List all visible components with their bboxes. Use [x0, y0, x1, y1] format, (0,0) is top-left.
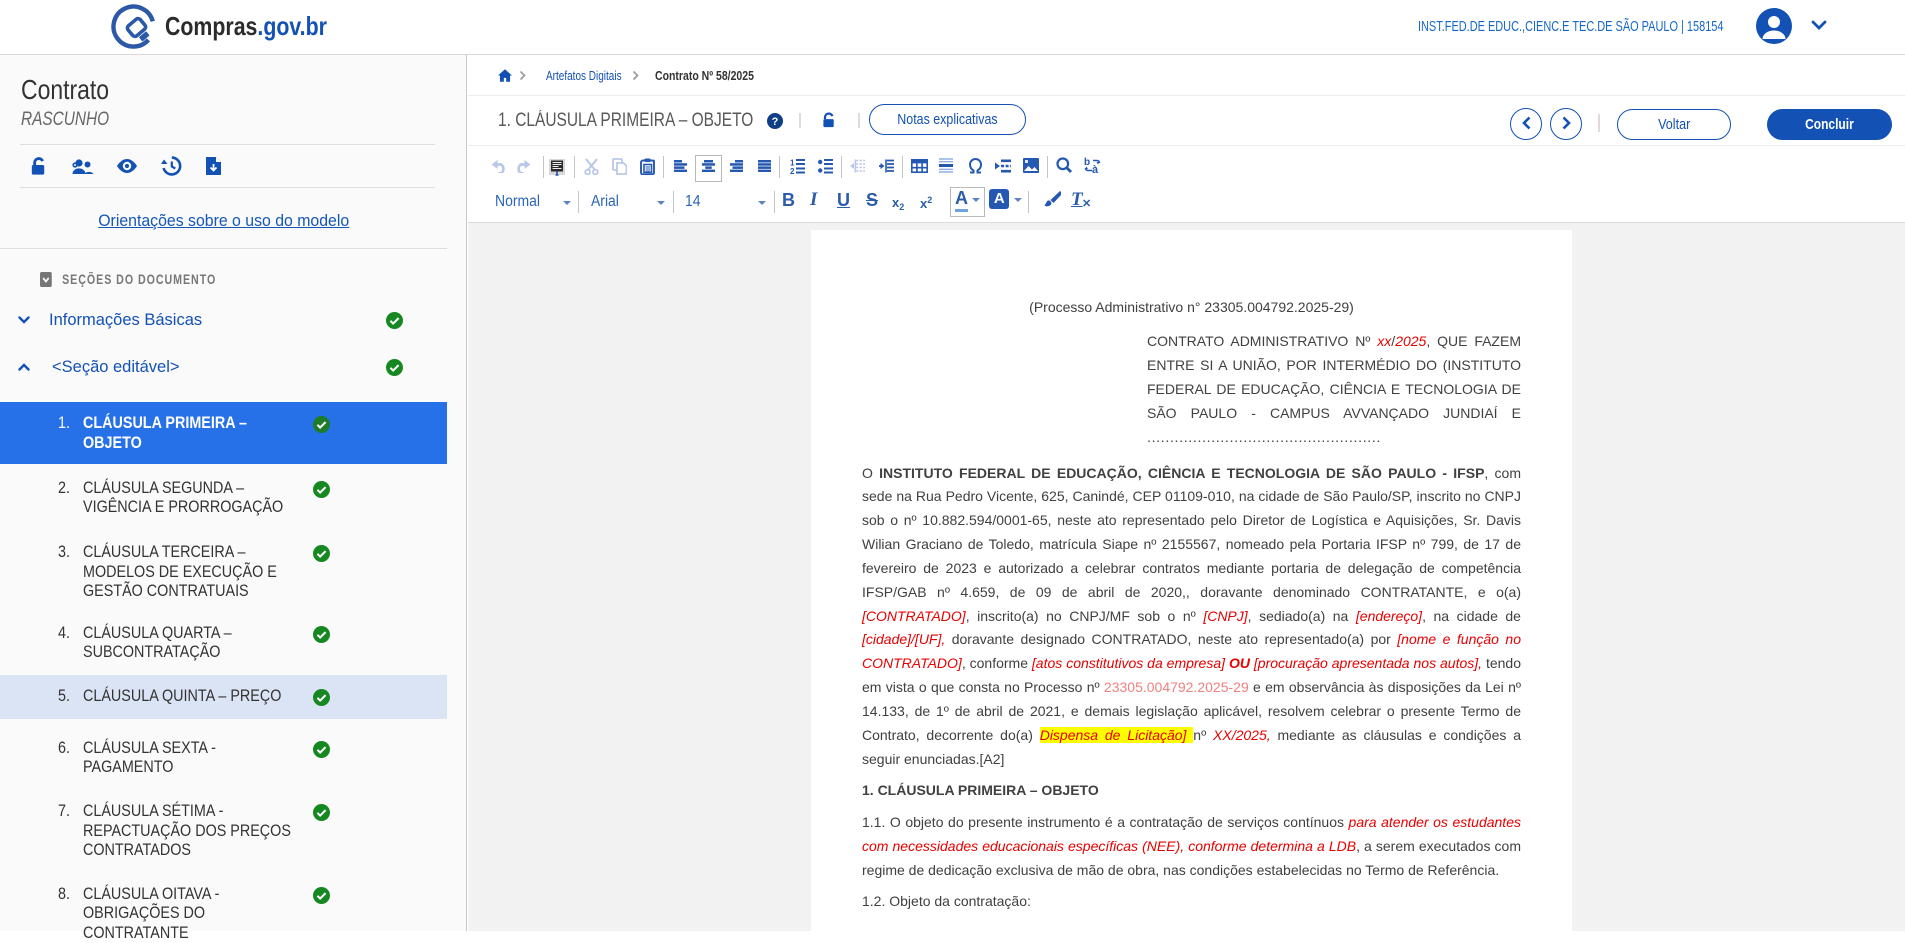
svg-text:à: à: [1092, 164, 1099, 174]
svg-text:?: ?: [772, 116, 779, 128]
svg-text:2: 2: [790, 167, 795, 174]
svg-text:b: b: [1084, 157, 1090, 168]
